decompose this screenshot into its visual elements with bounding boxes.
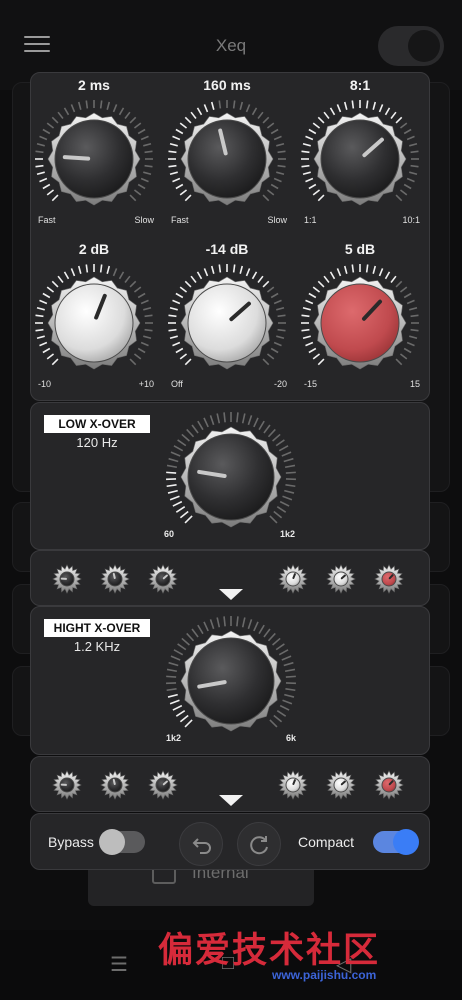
knob-max-label: 10:1 bbox=[402, 215, 420, 225]
knob-value-label: 2 dB bbox=[78, 241, 110, 257]
mini-knob[interactable] bbox=[273, 765, 313, 805]
rotary-knob[interactable] bbox=[32, 261, 156, 385]
low-crossover-knob[interactable] bbox=[161, 407, 301, 547]
rotary-knob[interactable] bbox=[32, 97, 156, 221]
bypass-switch[interactable] bbox=[99, 829, 145, 855]
expand-arrow-icon[interactable] bbox=[219, 795, 243, 806]
undo-icon bbox=[192, 838, 211, 854]
high-crossover-knob[interactable] bbox=[161, 611, 301, 751]
mini-knob[interactable] bbox=[95, 559, 135, 599]
high-crossover-frequency: 1.2 KHz bbox=[73, 639, 121, 654]
high-crossover-panel: HIGHT X-OVER 1.2 KHz 1k2 6k bbox=[30, 606, 430, 755]
watermark-text: 偏爱技术社区 bbox=[158, 930, 381, 971]
bottom-controls: Bypass Compact bbox=[30, 813, 430, 870]
knob-min-label: Fast bbox=[171, 215, 189, 225]
knob-cell: -14 dB Off -20 bbox=[165, 239, 289, 404]
knob-cell: 2 ms Fast Slow bbox=[32, 75, 156, 240]
knob-min-label: Fast bbox=[38, 215, 56, 225]
mini-knob[interactable] bbox=[47, 765, 87, 805]
compact-switch[interactable] bbox=[373, 829, 419, 855]
knob-cell: 8:1 1:1 10:1 bbox=[298, 75, 422, 240]
expand-arrow-icon[interactable] bbox=[219, 589, 243, 600]
knob-cell: 2 dB -10 +10 bbox=[32, 239, 156, 404]
mini-knob[interactable] bbox=[321, 765, 361, 805]
bypass-label: Bypass bbox=[48, 834, 94, 850]
mini-knob[interactable] bbox=[369, 765, 409, 805]
high-crossover-title: HIGHT X-OVER bbox=[44, 619, 150, 637]
knob-min-label: -10 bbox=[38, 379, 52, 389]
high-band-mini-knobs[interactable] bbox=[30, 756, 430, 812]
power-toggle[interactable] bbox=[378, 26, 444, 66]
rotary-knob[interactable] bbox=[165, 97, 289, 221]
compressor-overlay: 2 ms Fast Slow 160 ms Fast Slow 8:1 1:1 10:1 2 dB… bbox=[30, 72, 430, 870]
low-band-mini-knobs[interactable] bbox=[30, 550, 430, 606]
low-crossover-max-label: 1k2 bbox=[280, 529, 296, 539]
mini-knob[interactable] bbox=[321, 559, 361, 599]
watermark-url: www.paijishu.com bbox=[272, 968, 377, 982]
knob-value-label: 8:1 bbox=[349, 77, 371, 93]
rotary-knob[interactable] bbox=[298, 261, 422, 385]
rotary-knob[interactable] bbox=[298, 97, 422, 221]
mini-knob[interactable] bbox=[369, 559, 409, 599]
knob-max-label: 15 bbox=[409, 379, 420, 389]
reset-button[interactable] bbox=[237, 822, 281, 866]
low-crossover-panel: LOW X-OVER 120 Hz 60 1k2 bbox=[30, 402, 430, 550]
knob-min-label: 1:1 bbox=[304, 215, 317, 225]
reset-icon bbox=[250, 836, 268, 855]
knob-value-label: 5 dB bbox=[344, 241, 376, 257]
low-crossover-title: LOW X-OVER bbox=[44, 415, 150, 433]
compressor-knobs-panel: 2 ms Fast Slow 160 ms Fast Slow 8:1 1:1 10:1 2 dB… bbox=[30, 72, 430, 401]
high-crossover-min-label: 1k2 bbox=[166, 733, 182, 743]
knob-max-label: Slow bbox=[134, 215, 154, 225]
undo-button[interactable] bbox=[179, 822, 223, 866]
mini-knob[interactable] bbox=[47, 559, 87, 599]
mini-knob[interactable] bbox=[143, 559, 183, 599]
knob-cell: 160 ms Fast Slow bbox=[165, 75, 289, 240]
recent-apps-icon[interactable]: ☰ bbox=[110, 952, 128, 977]
low-crossover-min-label: 60 bbox=[164, 529, 175, 539]
knob-min-label: -15 bbox=[304, 379, 318, 389]
knob-min-label: Off bbox=[171, 379, 183, 389]
knob-value-label: -14 dB bbox=[205, 241, 249, 257]
knob-max-label: +10 bbox=[138, 379, 154, 389]
knob-value-label: 160 ms bbox=[203, 77, 251, 93]
knob-max-label: -20 bbox=[273, 379, 287, 389]
compact-label: Compact bbox=[298, 834, 355, 850]
rotary-knob[interactable] bbox=[165, 261, 289, 385]
low-crossover-frequency: 120 Hz bbox=[76, 435, 118, 450]
knob-max-label: Slow bbox=[267, 215, 287, 225]
knob-cell: 5 dB -15 15 bbox=[298, 239, 422, 404]
knob-value-label: 2 ms bbox=[78, 77, 110, 93]
high-crossover-max-label: 6k bbox=[286, 733, 297, 743]
mini-knob[interactable] bbox=[143, 765, 183, 805]
mini-knob[interactable] bbox=[95, 765, 135, 805]
mini-knob[interactable] bbox=[273, 559, 313, 599]
